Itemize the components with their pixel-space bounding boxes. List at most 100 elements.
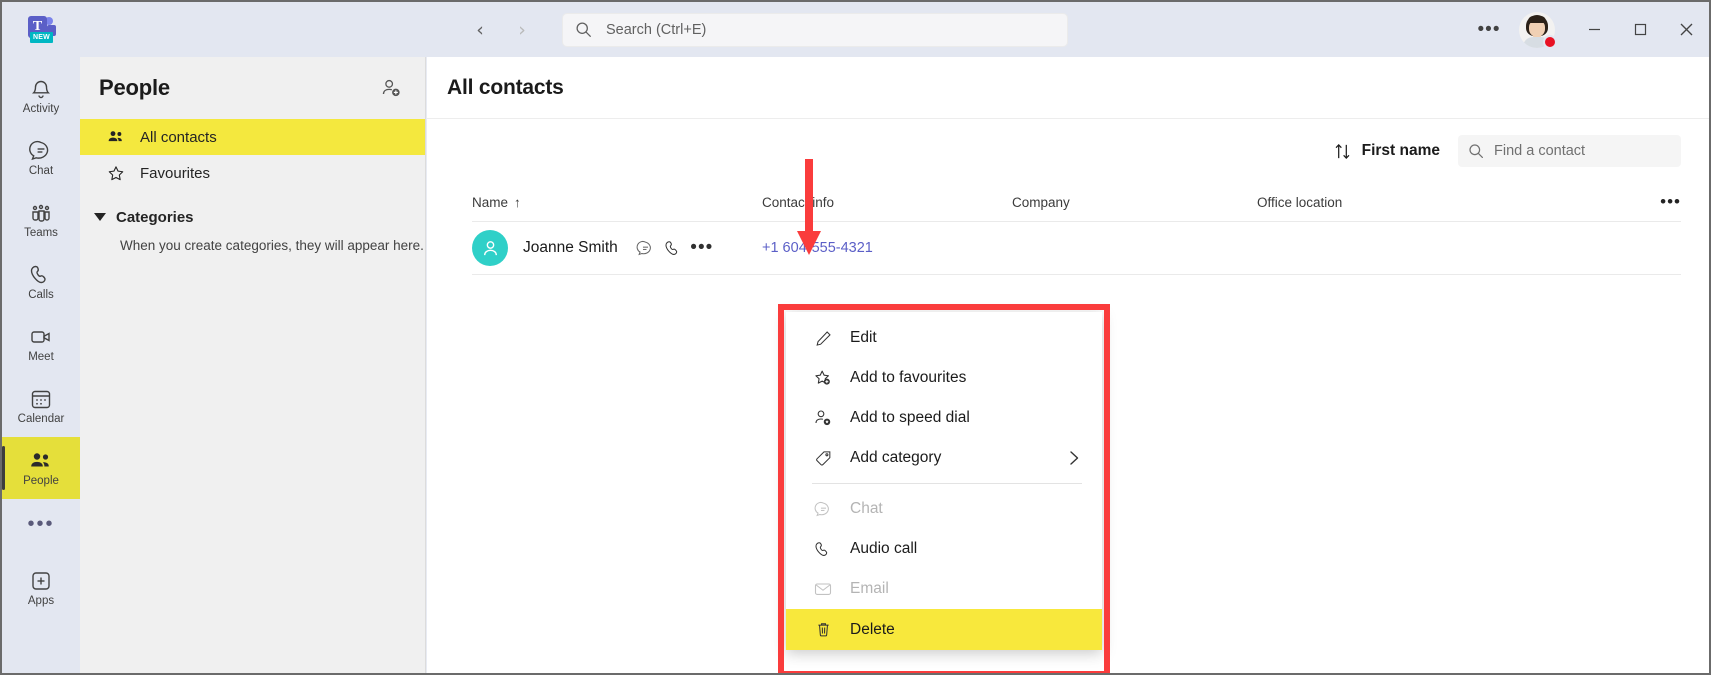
main-title: All contacts (447, 75, 564, 99)
categories-empty-text: When you create categories, they will ap… (120, 238, 424, 253)
menu-item-add-to-speed-dial[interactable]: Add to speed dial (786, 398, 1102, 438)
teams-app-window: T NEW ‹ › Search (Ctrl+E) ••• Activity C… (0, 0, 1711, 675)
menu-item-label-delete: Delete (850, 620, 895, 638)
presence-badge-busy (1543, 34, 1557, 49)
rail-label-teams: Teams (24, 226, 58, 239)
search-placeholder-text: Search (Ctrl+E) (606, 21, 707, 38)
star-add-icon (812, 368, 834, 388)
menu-item-audio-call[interactable]: Audio call (786, 529, 1102, 569)
add-contact-button[interactable] (375, 72, 407, 104)
bell-icon (29, 77, 53, 101)
envelope-icon (812, 579, 834, 599)
column-header-office-location[interactable]: Office location (1257, 195, 1647, 210)
phone-icon (29, 263, 53, 287)
avatar (472, 230, 508, 266)
column-header-contact-info[interactable]: Contact info (762, 195, 1012, 210)
sidebar-item-chat[interactable]: Chat (2, 127, 80, 189)
back-button[interactable]: ‹ (464, 14, 496, 46)
teams-icon (29, 201, 53, 225)
minimize-button[interactable] (1571, 2, 1617, 57)
people-icon (28, 449, 54, 473)
chat-icon (29, 139, 53, 163)
contact-name: Joanne Smith (523, 239, 618, 256)
star-icon (106, 164, 126, 183)
sidebar-item-apps[interactable]: Apps (2, 557, 80, 619)
person-add-icon (812, 408, 834, 428)
rail-label-calls: Calls (28, 288, 54, 301)
settings-more-button[interactable]: ••• (1471, 14, 1507, 46)
rail-label-calendar: Calendar (17, 412, 65, 425)
pencil-icon (812, 329, 834, 348)
menu-item-label-chat: Chat (850, 500, 883, 517)
menu-item-email: Email (786, 569, 1102, 609)
search-icon (575, 21, 592, 38)
sidebar-item-favourites[interactable]: Favourites (80, 155, 425, 191)
menu-item-chat: Chat (786, 489, 1102, 529)
menu-separator (812, 483, 1082, 484)
column-header-company[interactable]: Company (1012, 195, 1257, 210)
find-contact-input[interactable]: Find a contact (1458, 135, 1681, 167)
contacts-toolbar: First name Find a contact (427, 119, 1709, 183)
sidebar-item-people[interactable]: People (2, 437, 80, 499)
people-sidebar: People All contacts Favourites Categorie… (80, 57, 426, 673)
add-person-icon (380, 77, 402, 99)
sidebar-item-calls[interactable]: Calls (2, 251, 80, 313)
trash-icon (812, 620, 834, 639)
close-button[interactable] (1663, 2, 1709, 57)
chevron-right-icon (1069, 450, 1080, 466)
table-row[interactable]: Joanne Smith ••• +1 604-555-4321 (472, 221, 1681, 275)
rail-label-meet: Meet (28, 350, 54, 363)
find-contact-placeholder: Find a contact (1494, 143, 1586, 159)
page-title: People (99, 75, 170, 100)
menu-item-label-add-category: Add category (850, 449, 942, 466)
apps-plus-icon (29, 569, 53, 593)
chevron-down-icon (94, 213, 106, 221)
menu-item-edit[interactable]: Edit (786, 318, 1102, 358)
sort-button[interactable]: First name (1333, 142, 1440, 161)
sidebar-item-label-favourites: Favourites (140, 164, 211, 182)
sidebar-item-meet[interactable]: Meet (2, 313, 80, 375)
main-header: All contacts (427, 57, 1709, 119)
menu-item-label-add-to-speed-dial: Add to speed dial (850, 409, 970, 426)
menu-item-delete[interactable]: Delete (786, 609, 1102, 650)
search-input[interactable]: Search (Ctrl+E) (562, 12, 1068, 47)
sidebar-item-calendar[interactable]: Calendar (2, 375, 80, 437)
maximize-button[interactable] (1617, 2, 1663, 57)
table-header-row: Name ↑ Contact info Company Office locat… (472, 183, 1681, 221)
microsoft-teams-logo: T NEW (26, 15, 56, 44)
phone-icon[interactable] (660, 234, 688, 262)
contact-phone-link[interactable]: +1 604-555-4321 (762, 240, 1012, 256)
categories-section-header[interactable]: Categories (80, 197, 425, 237)
user-avatar-button[interactable] (1519, 11, 1557, 49)
menu-item-add-to-favourites[interactable]: Add to favourites (786, 358, 1102, 398)
contact-name-cell: Joanne Smith ••• (472, 230, 762, 266)
menu-item-label-edit: Edit (850, 329, 877, 346)
title-bar: T NEW ‹ › Search (Ctrl+E) ••• (2, 2, 1709, 57)
rail-label-chat: Chat (28, 164, 54, 177)
rail-label-people: People (23, 474, 59, 487)
people-sidebar-header: People (80, 57, 425, 119)
sort-arrows-icon (1333, 142, 1352, 161)
navigation-arrows: ‹ › (464, 14, 538, 46)
tag-icon (812, 449, 834, 468)
column-header-name[interactable]: Name ↑ (472, 195, 762, 210)
avatar-fringe (1528, 15, 1546, 23)
sidebar-item-activity[interactable]: Activity (2, 65, 80, 127)
menu-item-label-email: Email (850, 580, 889, 597)
more-options-icon[interactable]: ••• (688, 234, 716, 262)
sidebar-item-teams[interactable]: Teams (2, 189, 80, 251)
chat-icon[interactable] (632, 234, 660, 262)
forward-button[interactable]: › (506, 14, 538, 46)
contacts-table: Name ↑ Contact info Company Office locat… (427, 183, 1709, 275)
table-options-button[interactable]: ••• (1647, 192, 1681, 212)
sidebar-item-all-contacts[interactable]: All contacts (80, 119, 425, 155)
rail-more-button[interactable]: ••• (2, 499, 80, 549)
contact-context-menu: Edit Add to favourites Add to speed dial… (786, 312, 1102, 650)
chat-icon (812, 500, 834, 519)
menu-item-add-category[interactable]: Add category (786, 438, 1102, 478)
menu-item-label-audio-call: Audio call (850, 540, 918, 557)
phone-icon (812, 540, 834, 559)
calendar-icon (29, 387, 53, 411)
rail-label-activity: Activity (22, 102, 60, 115)
video-camera-icon (29, 325, 53, 349)
